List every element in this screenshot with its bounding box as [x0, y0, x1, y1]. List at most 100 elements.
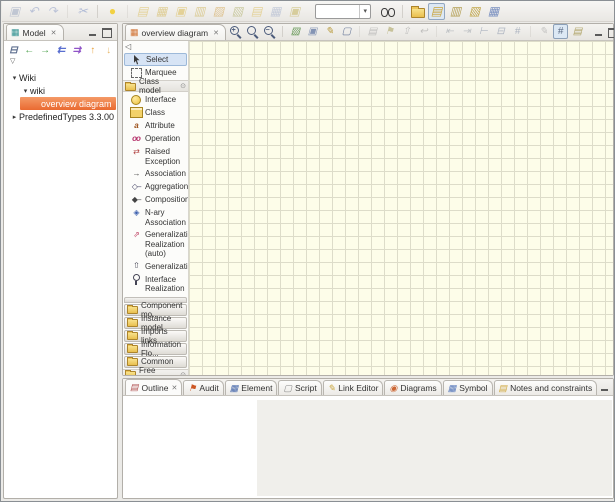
previous-related-icon[interactable]: ⇇	[54, 43, 69, 57]
palette-tool-interface[interactable]: Interface	[123, 93, 188, 106]
tree-item-predefined-types[interactable]: ▸ PredefinedTypes 3.3.00	[4, 110, 117, 123]
move-down-icon[interactable]: ↓	[101, 43, 116, 57]
cut-icon[interactable]: ✂	[74, 3, 91, 20]
tab-symbol[interactable]: ▦ Symbol	[443, 380, 493, 395]
palette-tool-generalization[interactable]: ⇧ Generalization	[123, 260, 188, 273]
maximize-button[interactable]	[607, 27, 615, 38]
tree-expand-icon[interactable]: ▾	[21, 87, 30, 95]
create-component-icon[interactable]: ▧	[229, 3, 246, 20]
palette-tool-select[interactable]: Select	[124, 53, 187, 66]
palette-pin-icon[interactable]: ⊙	[180, 82, 186, 90]
collapse-all-icon[interactable]: ⊟	[6, 43, 21, 57]
palette-tool-raised-exception[interactable]: ⇄ Raised Exception	[123, 145, 188, 167]
palette-pin-icon[interactable]: ⊙	[180, 371, 186, 376]
tab-outline[interactable]: ▤ Outline ✕	[125, 379, 182, 395]
tree-item-overview-diagram[interactable]: overview diagram	[20, 97, 116, 110]
create-enumeration-icon[interactable]: ▨	[210, 3, 227, 20]
tree-item-wiki-package[interactable]: ▾ wiki	[4, 84, 117, 97]
move-up-icon[interactable]: ↑	[85, 43, 100, 57]
tree-item-wiki-project[interactable]: ▾ Wiki	[4, 71, 117, 84]
quick-search-combo[interactable]: ▾	[315, 4, 371, 19]
format-pencil-icon[interactable]: ✎	[536, 24, 551, 39]
tab-diagrams[interactable]: ◉ Diagrams	[384, 380, 441, 395]
export-image-icon[interactable]: ▧	[288, 24, 303, 39]
zoom-fit-icon[interactable]	[245, 24, 260, 39]
palette-tool-association[interactable]: → Association	[123, 167, 188, 180]
next-related-icon[interactable]: ⇉	[69, 43, 84, 57]
create-interface-icon[interactable]: ▣	[172, 3, 189, 20]
search-binoculars-icon[interactable]	[379, 3, 396, 20]
print-icon[interactable]: ▤	[365, 24, 380, 39]
minimize-button[interactable]	[598, 382, 610, 393]
zoom-in-icon[interactable]: +	[228, 24, 243, 39]
new-browser-icon[interactable]: ▧	[466, 3, 483, 20]
open-folder-icon[interactable]	[409, 3, 426, 20]
palette-tool-generalization-realization-auto[interactable]: ⇗ Generalizatio... Realization (auto)	[123, 228, 188, 260]
table-view-icon[interactable]: ▦	[485, 3, 502, 20]
minimize-button[interactable]	[592, 27, 604, 38]
close-icon[interactable]: ✕	[213, 29, 219, 37]
palette-section-free-drawing[interactable]: Free drawing ⊙	[123, 369, 188, 376]
save-diagram-icon[interactable]: ▣	[305, 24, 320, 39]
view-menu-chevron-icon[interactable]: ▽	[4, 57, 117, 68]
tab-link-editor[interactable]: ✎ Link Editor	[323, 380, 384, 395]
snap-to-grid-icon[interactable]: #	[553, 24, 568, 39]
return-icon[interactable]: ↩	[416, 24, 431, 39]
create-class-icon[interactable]: ▦	[153, 3, 170, 20]
related-elements-icon[interactable]: ▥	[447, 3, 464, 20]
palette-tool-interface-realization[interactable]: Interface Realization	[123, 273, 188, 295]
lightbulb-icon[interactable]: ●	[104, 3, 121, 20]
layers-icon[interactable]: ▤	[570, 24, 585, 39]
palette-tool-composition[interactable]: ◆– Composition	[123, 193, 188, 206]
tab-notes[interactable]: ▤ Notes and constraints	[494, 380, 598, 395]
create-usecase-icon[interactable]: ▦	[267, 3, 284, 20]
back-icon[interactable]: ←	[22, 43, 37, 57]
step-left-icon[interactable]: ⇤	[442, 24, 457, 39]
align-left-icon[interactable]: ⊢	[476, 24, 491, 39]
forward-icon[interactable]: →	[38, 43, 53, 57]
palette-tool-attribute[interactable]: a Attribute	[123, 119, 188, 132]
palette-tool-nary-association[interactable]: ◈ N-ary Association	[123, 206, 188, 228]
grid-icon[interactable]: #	[510, 24, 525, 39]
palette-section-information-flows[interactable]: Information Flo...	[124, 343, 187, 355]
edit-properties-icon[interactable]: ✎	[322, 24, 337, 39]
tree-expand-icon[interactable]: ▾	[10, 74, 19, 82]
distribute-icon[interactable]: ⊟	[493, 24, 508, 39]
tab-audit[interactable]: ⚑ Audit	[183, 380, 223, 395]
close-icon[interactable]: ✕	[51, 29, 57, 37]
save-icon[interactable]: ▣	[6, 3, 23, 20]
tab-model[interactable]: ▦ Model ✕	[6, 24, 64, 40]
create-diagram-icon[interactable]: ▣	[286, 3, 303, 20]
bottom-tab-label: Outline	[142, 383, 169, 393]
diagram-icon: ▦	[130, 28, 139, 37]
arrow-up-icon[interactable]: ⇧	[399, 24, 414, 39]
close-icon[interactable]: ✕	[171, 384, 177, 392]
palette-tool-operation[interactable]: oo Operation	[123, 132, 188, 145]
step-right-icon[interactable]: ⇥	[459, 24, 474, 39]
tab-overview-diagram[interactable]: ▦ overview diagram ✕	[125, 24, 226, 40]
tab-element[interactable]: ▦ Element	[225, 380, 278, 395]
palette-section-class-model[interactable]: Class model ⊙	[123, 80, 188, 92]
generalization-realization-icon: ⇗	[129, 229, 143, 240]
undo-icon[interactable]: ↶	[25, 3, 42, 20]
flag-icon[interactable]: ⚑	[382, 24, 397, 39]
zoom-out-icon[interactable]: −	[262, 24, 277, 39]
create-actor-icon[interactable]: ▤	[248, 3, 265, 20]
palette-item-label: Marquee	[145, 67, 177, 78]
page-layout-icon[interactable]: ▢	[339, 24, 354, 39]
create-datatype-icon[interactable]: ▥	[191, 3, 208, 20]
tab-script[interactable]: ▢ Script	[278, 380, 321, 395]
palette-item-label: Information Flo...	[141, 340, 184, 358]
palette-tool-aggregation[interactable]: ◇– Aggregation	[123, 180, 188, 193]
minimize-button[interactable]	[86, 27, 98, 38]
palette-collapse-arrow-icon[interactable]: ◁	[123, 42, 188, 53]
link-editor-icon: ✎	[328, 384, 336, 393]
symbol-icon: ▦	[448, 384, 457, 393]
tree-expand-icon[interactable]: ▸	[10, 113, 19, 121]
diagram-canvas[interactable]	[189, 41, 613, 375]
palette-tool-class[interactable]: Class	[123, 106, 188, 119]
redo-icon[interactable]: ↷	[44, 3, 61, 20]
create-package-icon[interactable]: ▤	[134, 3, 151, 20]
maximize-button[interactable]	[101, 27, 113, 38]
link-with-editor-icon[interactable]: ▤	[428, 3, 445, 20]
